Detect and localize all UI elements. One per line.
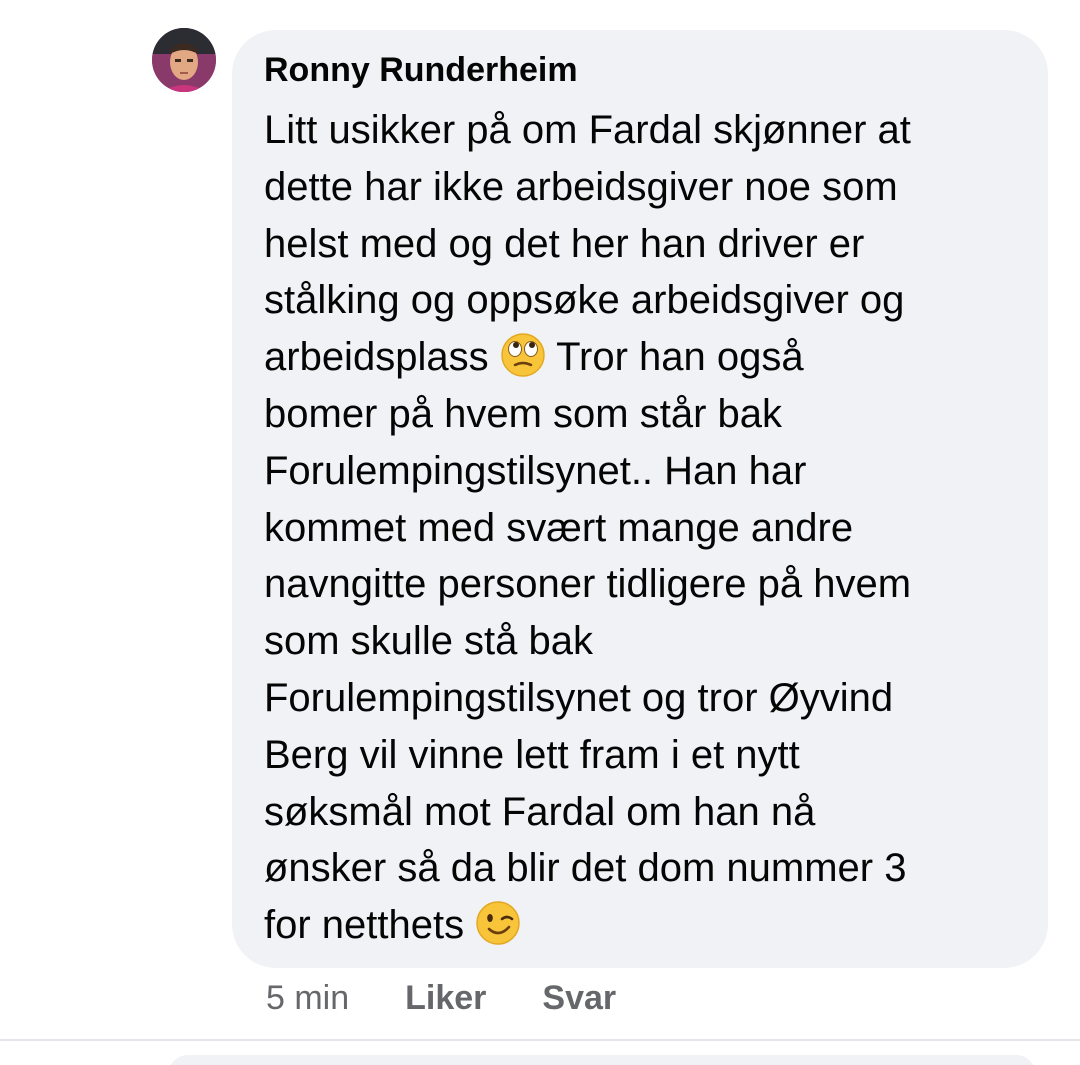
comment-line: søksmål mot Fardal om han nå [264,789,816,834]
comment-line: bomer på hvem som står bak [264,391,782,436]
author-avatar[interactable] [152,28,216,92]
comment-line: ønsker så da blir det dom nummer 3 [264,846,907,891]
comment-line: for netthets [264,897,1024,954]
comment-line: arbeidsplass Tror han også [264,329,1024,386]
comment-author-name[interactable]: Ronny Runderheim [264,48,578,92]
reply-button[interactable]: Svar [542,979,616,1018]
comment-line: kommet med svært mange andre [264,505,854,550]
comment-timestamp[interactable]: 5 min [266,979,349,1018]
avatar-photo [152,28,216,92]
comment-thread: Ronny Runderheim Litt usikker på om Fard… [0,0,1080,1065]
like-button[interactable]: Liker [405,979,486,1018]
comment-line: Berg vil vinne lett fram i et nytt [264,732,800,777]
comment-line: Litt usikker på om Fardal skjønner at [264,108,911,152]
comment-line: Forulempingstilsynet og tror Øyvind [264,675,894,720]
face-with-rolling-eyes-icon [500,332,546,378]
comment-line: Forulempingstilsynet.. Han har [264,448,807,493]
winking-face-icon [475,900,521,946]
comment-actions: 5 min Liker Svar [266,976,672,1020]
comment-line: stålking og oppsøke arbeidsgiver og [264,278,905,323]
divider [0,1039,1080,1041]
comment-line: navngitte personer tidligere på hvem [264,562,912,607]
comment-line: dette har ikke arbeidsgiver noe som [264,164,898,209]
comment-body: Litt usikker på om Fardal skjønner at de… [264,102,1024,954]
comment-line: helst med og det her han driver er [264,221,865,266]
next-comment-bubble [168,1055,1036,1065]
comment-line: som skulle stå bak [264,619,594,664]
